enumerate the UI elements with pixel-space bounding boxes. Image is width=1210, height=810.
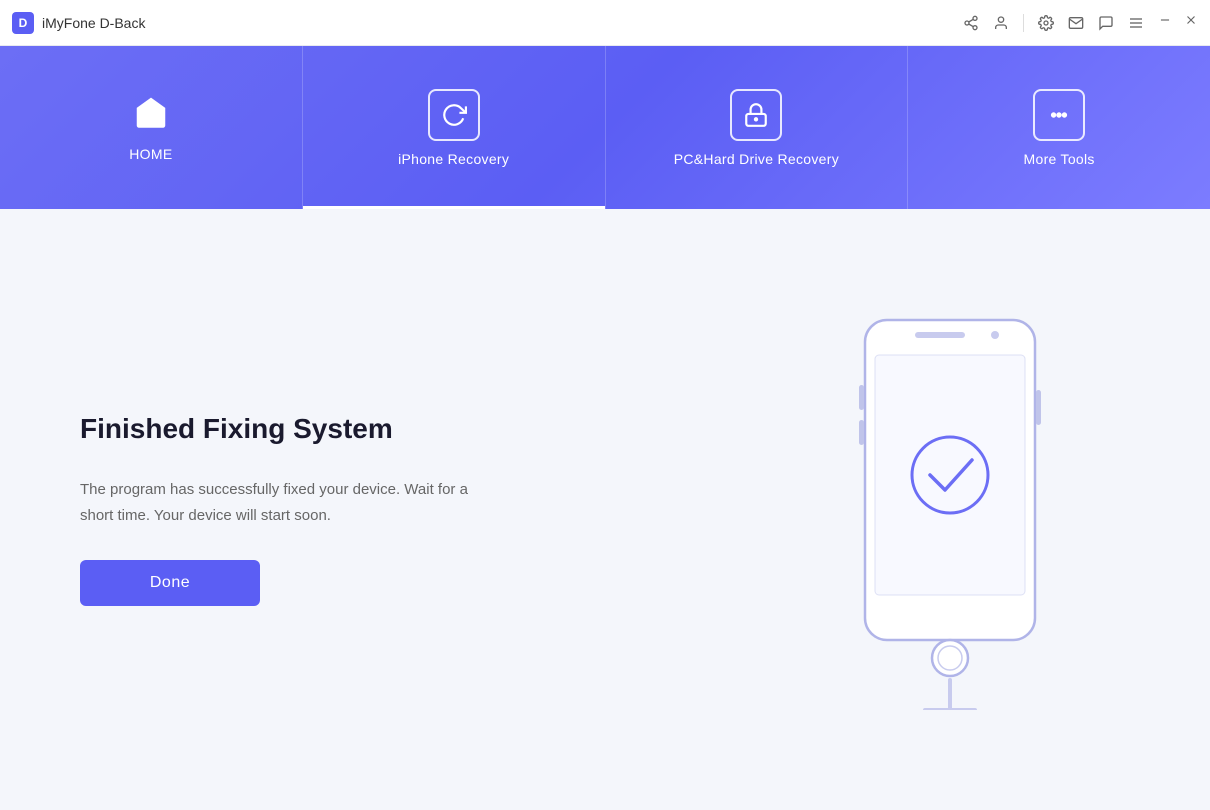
title-bar-left: D iMyFone D-Back <box>12 12 145 34</box>
main-content: Finished Fixing System The program has s… <box>0 209 1210 810</box>
nav-item-home[interactable]: HOME <box>0 46 303 209</box>
nav-label-pc-harddrive: PC&Hard Drive Recovery <box>674 151 839 167</box>
nav-label-more-tools: More Tools <box>1024 151 1095 167</box>
finished-title: Finished Fixing System <box>80 413 710 445</box>
iphone-recovery-icon-border <box>428 89 480 141</box>
nav-bar: HOME iPhone Recovery PC&Hard Drive Recov… <box>0 46 1210 209</box>
home-icon <box>133 94 169 136</box>
phone-illustration-container <box>770 310 1130 710</box>
pc-harddrive-icon-border <box>730 89 782 141</box>
menu-icon[interactable] <box>1128 15 1144 31</box>
app-title: iMyFone D-Back <box>42 15 145 31</box>
content-left: Finished Fixing System The program has s… <box>80 413 710 606</box>
mail-icon[interactable] <box>1068 15 1084 31</box>
finished-description: The program has successfully fixed your … <box>80 477 500 528</box>
title-bar-right <box>963 13 1198 32</box>
more-tools-icon-border <box>1033 89 1085 141</box>
user-icon[interactable] <box>993 15 1009 31</box>
nav-label-home: HOME <box>129 146 172 162</box>
nav-item-iphone-recovery[interactable]: iPhone Recovery <box>303 46 606 209</box>
phone-illustration <box>840 310 1060 710</box>
nav-item-more-tools[interactable]: More Tools <box>908 46 1210 209</box>
title-bar: D iMyFone D-Back <box>0 0 1210 46</box>
app-logo: D <box>12 12 34 34</box>
settings-icon[interactable] <box>1038 15 1054 31</box>
done-button[interactable]: Done <box>80 560 260 606</box>
minimize-button[interactable] <box>1158 13 1172 32</box>
close-button[interactable] <box>1184 13 1198 32</box>
window-controls <box>1158 13 1198 32</box>
nav-item-pc-harddrive[interactable]: PC&Hard Drive Recovery <box>606 46 909 209</box>
share-icon[interactable] <box>963 15 979 31</box>
nav-label-iphone-recovery: iPhone Recovery <box>398 151 509 167</box>
chat-icon[interactable] <box>1098 15 1114 31</box>
divider <box>1023 14 1024 32</box>
